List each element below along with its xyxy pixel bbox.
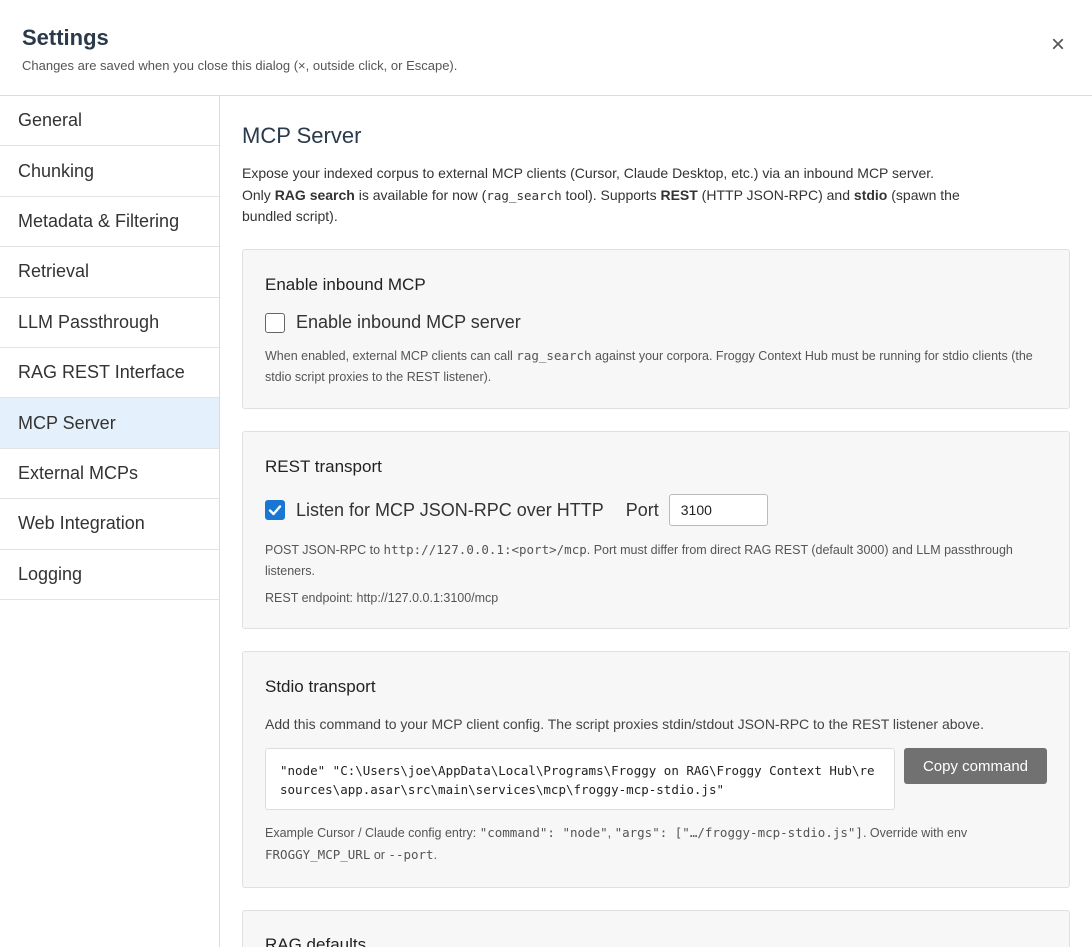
rag-defaults-card: RAG defaults	[242, 910, 1070, 947]
intro-code-rag-search: rag_search	[486, 187, 562, 203]
hint-code: "args": ["…/froggy-mcp-stdio.js"]	[614, 825, 863, 840]
sidebar-item-rag-rest-interface[interactable]: RAG REST Interface	[0, 348, 219, 399]
rest-listen-checkbox[interactable]	[265, 500, 285, 520]
enable-inbound-label[interactable]: Enable inbound MCP server	[296, 312, 521, 333]
dialog-header: Settings Changes are saved when you clos…	[0, 0, 1092, 96]
rest-transport-title: REST transport	[265, 457, 382, 476]
rag-defaults-title: RAG defaults	[265, 935, 367, 947]
hint-text: ,	[607, 826, 615, 840]
sidebar-item-chunking[interactable]: Chunking	[0, 146, 219, 197]
rest-transport-row: Listen for MCP JSON-RPC over HTTP Port	[265, 494, 768, 526]
checkmark-icon	[268, 505, 282, 516]
intro-text-part: Only	[242, 186, 275, 203]
port-input[interactable]	[668, 494, 768, 526]
hint-code: FROGGY_MCP_URL	[265, 847, 371, 862]
copy-command-button[interactable]: Copy command	[904, 748, 1047, 784]
settings-sidebar: General Chunking Metadata & Filtering Re…	[0, 96, 220, 947]
hint-code: rag_search	[516, 348, 592, 363]
hint-text: When enabled, external MCP clients can c…	[265, 349, 517, 363]
page-title: MCP Server	[242, 123, 362, 148]
hint-code: --port	[388, 847, 434, 862]
stdio-command-box[interactable]: "node" "C:\Users\joe\AppData\Local\Progr…	[265, 748, 895, 810]
rest-endpoint-text: REST endpoint: http://127.0.0.1:3100/mcp	[265, 591, 499, 605]
hint-text: .	[433, 848, 438, 862]
enable-inbound-card: Enable inbound MCP Enable inbound MCP se…	[242, 249, 1070, 409]
intro-text-part: tool). Supports	[561, 186, 661, 203]
sidebar-item-web-integration[interactable]: Web Integration	[0, 499, 219, 550]
dialog-title: Settings	[22, 25, 109, 50]
sidebar-item-metadata-filtering[interactable]: Metadata & Filtering	[0, 197, 219, 248]
sidebar-item-llm-passthrough[interactable]: LLM Passthrough	[0, 298, 219, 348]
sidebar-item-retrieval[interactable]: Retrieval	[0, 247, 219, 298]
stdio-transport-title: Stdio transport	[265, 677, 376, 696]
settings-content: MCP Server Expose your indexed corpus to…	[220, 96, 1092, 947]
sidebar-item-external-mcps[interactable]: External MCPs	[0, 449, 219, 500]
intro-text-part: is available for now (	[354, 186, 487, 203]
intro-bold-stdio: stdio	[853, 186, 888, 203]
intro-line: Expose your indexed corpus to external M…	[242, 165, 935, 181]
rest-transport-hint: POST JSON-RPC to http://127.0.0.1:<port>…	[265, 539, 1055, 582]
intro-bold-rest: REST	[660, 186, 698, 203]
hint-text: POST JSON-RPC to	[265, 543, 384, 557]
enable-inbound-checkbox[interactable]	[265, 312, 285, 333]
hint-text: or	[370, 848, 389, 862]
hint-code: "command": "node"	[479, 825, 608, 840]
rest-transport-card: REST transport Listen for MCP JSON-RPC o…	[242, 431, 1070, 629]
intro-text-part: (HTTP JSON-RPC) and	[697, 186, 854, 203]
hint-text: Example Cursor / Claude config entry:	[265, 826, 480, 840]
stdio-example-hint: Example Cursor / Claude config entry: "c…	[265, 822, 1055, 866]
sidebar-item-mcp-server[interactable]: MCP Server	[0, 398, 219, 449]
rest-listen-label[interactable]: Listen for MCP JSON-RPC over HTTP	[296, 500, 604, 521]
enable-inbound-title: Enable inbound MCP	[265, 275, 426, 294]
enable-inbound-row: Enable inbound MCP server	[265, 312, 521, 333]
stdio-transport-card: Stdio transport Add this command to your…	[242, 651, 1070, 888]
sidebar-item-logging[interactable]: Logging	[0, 550, 219, 600]
sidebar-item-general[interactable]: General	[0, 96, 219, 147]
settings-dialog: Settings Changes are saved when you clos…	[0, 0, 1092, 947]
intro-bold-rag-search: RAG search	[274, 186, 355, 203]
hint-text: . Override with env	[862, 826, 968, 840]
enable-inbound-hint: When enabled, external MCP clients can c…	[265, 345, 1055, 388]
intro-text: Expose your indexed corpus to external M…	[242, 163, 962, 228]
dialog-subtitle: Changes are saved when you close this di…	[22, 58, 458, 73]
close-icon[interactable]: ×	[1046, 32, 1070, 58]
stdio-description: Add this command to your MCP client conf…	[265, 716, 984, 732]
hint-code: http://127.0.0.1:<port>/mcp	[383, 542, 587, 557]
port-label: Port	[625, 499, 659, 520]
